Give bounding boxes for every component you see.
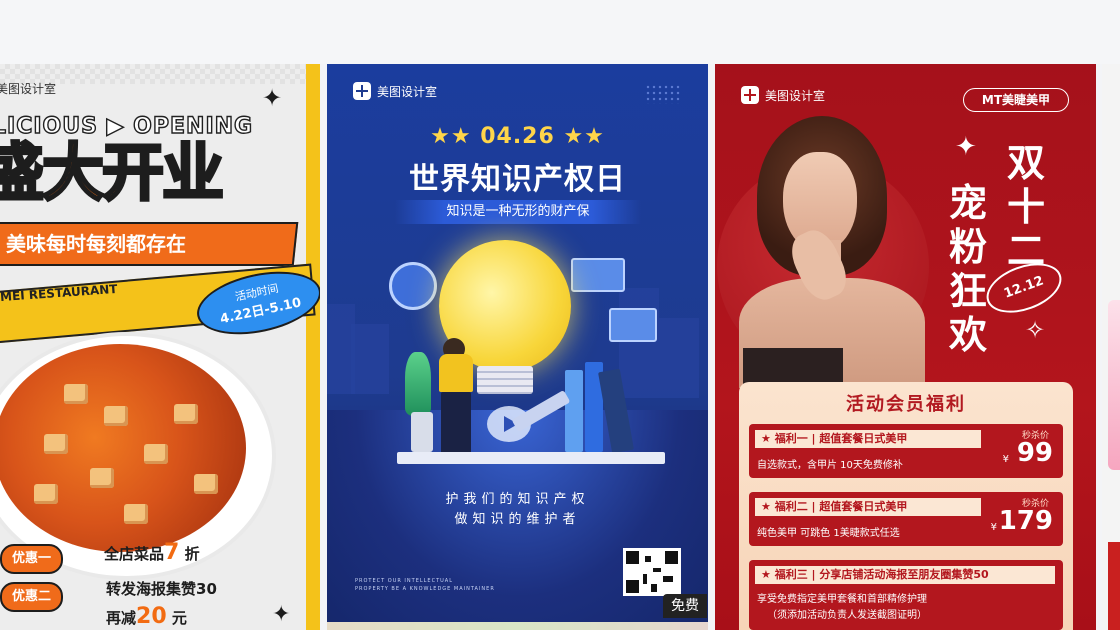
brand-logo-icon bbox=[353, 82, 371, 100]
plant-icon bbox=[405, 352, 431, 416]
tofu-piece bbox=[104, 406, 128, 426]
sparkle-icon: ✧ bbox=[1025, 316, 1046, 344]
sparkle-icon: ✦ bbox=[955, 132, 977, 162]
promo-text-2: 转发海报集赞30 bbox=[106, 580, 217, 598]
offer-price: 99 bbox=[1016, 438, 1053, 468]
partial-pink-image bbox=[1108, 300, 1120, 470]
template-card-ip-day[interactable]: 美图设计室 ★★ 04.26 ★★ 世界知识产权日 知识是一种无形的财产保 护我… bbox=[327, 64, 708, 630]
promo-3-number: 20 bbox=[136, 604, 167, 629]
person-figure bbox=[439, 354, 473, 392]
promo-3-unit: 元 bbox=[171, 609, 187, 627]
benefits-panel: 活动会员福利 ★ 福利一 | 超值套餐日式美甲 自选款式，含甲片 10天免费修补… bbox=[739, 382, 1073, 630]
english-line-1: PROTECT OUR INTELLECTUAL bbox=[355, 578, 454, 584]
qr-code bbox=[623, 548, 681, 596]
tofu-piece bbox=[44, 434, 68, 454]
date-oval: 12.12 bbox=[979, 253, 1069, 323]
tofu-piece bbox=[34, 484, 58, 504]
english-line-2: PROPERTY BE A KNOWLEDGE MAINTAINER bbox=[355, 586, 495, 592]
top-bar bbox=[0, 0, 1120, 64]
lightbulb-base bbox=[477, 366, 533, 394]
offer-head: ★ 福利二 | 超值套餐日式美甲 bbox=[755, 498, 981, 516]
promo-3-prefix: 再减 bbox=[106, 609, 137, 627]
brand-text: 美图设计室 bbox=[0, 82, 57, 96]
tofu-piece bbox=[144, 444, 168, 464]
brand-text: 美图设计室 bbox=[765, 88, 826, 103]
desk bbox=[397, 452, 665, 464]
promo-1-text: 全店菜品 bbox=[104, 545, 165, 563]
mapo-tofu-image bbox=[0, 344, 246, 552]
offer-currency: ¥ bbox=[990, 522, 997, 533]
offer-head: ★ 福利一 | 超值套餐日式美甲 bbox=[755, 430, 981, 448]
headline-char: 欢 bbox=[949, 312, 988, 357]
brand-text: 美图设计室 bbox=[377, 84, 438, 99]
search-icon bbox=[389, 262, 437, 310]
tofu-piece bbox=[124, 504, 148, 524]
date-line: ★★ 04.26 ★★ bbox=[430, 124, 605, 149]
template-card-nail-salon[interactable]: 美图设计室 MT美睫美甲 ✦ ✧ 双 十 二 宠 粉 狂 欢 12.12 活动会… bbox=[715, 64, 1096, 630]
promo-1-unit: 折 bbox=[184, 545, 200, 563]
plant-pot bbox=[411, 412, 433, 452]
offer-price: 179 bbox=[998, 506, 1053, 536]
offer-currency: ¥ bbox=[1002, 454, 1009, 465]
motto-line-2: 做知识的维护者 bbox=[454, 512, 581, 527]
next-row-preview bbox=[327, 622, 708, 630]
tofu-piece bbox=[194, 474, 218, 494]
poster-subtitle: 知识是一种无形的财产保 bbox=[395, 200, 641, 224]
promo-text-3: 再减20 元 bbox=[106, 604, 187, 629]
opening-title: 盛大开业 bbox=[0, 136, 226, 209]
offer-row: ★ 福利三 | 分享店铺活动海报至朋友圈集赞50 享受免费指定美甲套餐和首部精修… bbox=[749, 560, 1063, 630]
free-badge: 免费 bbox=[663, 594, 707, 618]
dot-pattern bbox=[645, 84, 681, 104]
date-text: 04.26 bbox=[480, 124, 555, 149]
poster-title: 世界知识产权日 bbox=[409, 162, 626, 197]
city-building bbox=[351, 324, 389, 394]
person-legs bbox=[441, 392, 471, 454]
tofu-piece bbox=[90, 468, 114, 488]
offer-desc: 享受免费指定美甲套餐和首部精修护理 bbox=[757, 594, 927, 605]
yellow-strip bbox=[306, 64, 320, 630]
promo-text-1: 全店菜品7 折 bbox=[104, 540, 200, 565]
benefits-title: 活动会员福利 bbox=[846, 394, 966, 415]
promo-label-1: 优惠一 bbox=[0, 544, 64, 574]
offer-row: ★ 福利一 | 超值套餐日式美甲 自选款式，含甲片 10天免费修补 秒杀价 ¥ … bbox=[749, 424, 1063, 478]
tofu-piece bbox=[174, 404, 198, 424]
sparkle-icon: ✦ bbox=[272, 602, 291, 627]
promo-1-number: 7 bbox=[164, 540, 180, 565]
tofu-piece bbox=[64, 384, 88, 404]
brand-label: 美图设计室 bbox=[741, 86, 825, 104]
brand-label: 美图设计室 bbox=[353, 82, 437, 100]
partial-red-image bbox=[1108, 542, 1120, 630]
template-card-partial[interactable] bbox=[1102, 64, 1120, 630]
offer-note: （须添加活动负责人发送截图证明） bbox=[767, 610, 927, 621]
promo-label-2: 优惠二 bbox=[0, 582, 64, 612]
brand-logo-icon bbox=[741, 86, 759, 104]
book-spine bbox=[565, 370, 583, 452]
brand-label: 美图设计室 bbox=[0, 80, 56, 97]
sparkle-icon: ✦ bbox=[262, 84, 283, 112]
offer-desc: 纯色美甲 可跳色 1美睫款式任选 bbox=[757, 528, 900, 539]
book-icon bbox=[571, 258, 625, 292]
trophy-icon bbox=[609, 308, 657, 342]
city-building bbox=[619, 288, 659, 398]
offer-head: ★ 福利三 | 分享店铺活动海报至朋友圈集赞50 bbox=[755, 566, 1055, 584]
city-building bbox=[659, 318, 699, 398]
shop-tag: MT美睫美甲 bbox=[963, 88, 1069, 112]
motto-line-1: 护我们的知识产权 bbox=[445, 492, 590, 507]
template-card-restaurant-opening[interactable]: 美图设计室 ✦ LICIOUS ▶ OPENING 盛大开业 美味每时每刻都存在… bbox=[0, 64, 320, 630]
offer-desc: 自选款式，含甲片 10天免费修补 bbox=[757, 460, 903, 471]
slogan-text: 美味每时每刻都存在 bbox=[6, 232, 186, 256]
offer-row: ★ 福利二 | 超值套餐日式美甲 纯色美甲 可跳色 1美睫款式任选 秒杀价 ¥ … bbox=[749, 492, 1063, 546]
